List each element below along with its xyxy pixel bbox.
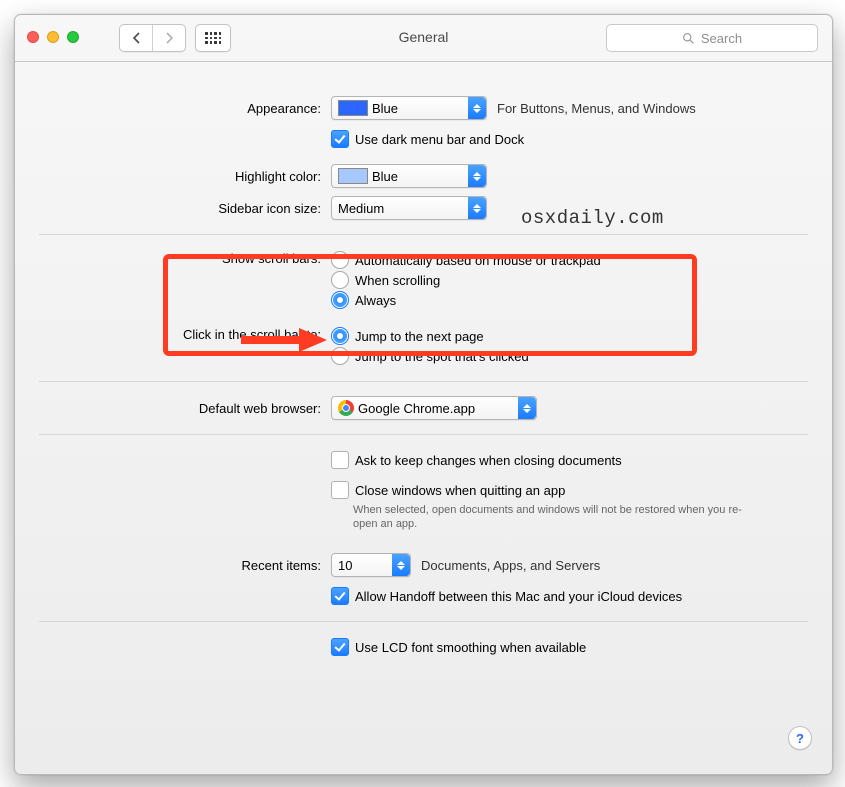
close-windows-checkbox[interactable]: Close windows when quitting an app: [331, 481, 565, 499]
search-icon: [682, 32, 695, 45]
appearance-hint: For Buttons, Menus, and Windows: [497, 101, 696, 116]
divider: [39, 234, 808, 235]
search-placeholder: Search: [701, 31, 742, 46]
grid-icon: [205, 32, 221, 44]
recent-items-hint: Documents, Apps, and Servers: [421, 558, 600, 573]
chevron-updown-icon: [518, 397, 536, 419]
highlight-value: Blue: [372, 169, 398, 184]
default-browser-label: Default web browser:: [15, 401, 331, 416]
highlight-swatch-icon: [338, 168, 368, 184]
content: Appearance: Blue For Buttons, Menus, and…: [15, 62, 832, 774]
divider: [39, 621, 808, 622]
chevron-updown-icon: [392, 554, 410, 576]
recent-items-label: Recent items:: [15, 558, 331, 573]
checkbox-icon: [331, 481, 349, 499]
recent-items-popup[interactable]: 10: [331, 553, 411, 577]
dark-menu-checkbox[interactable]: Use dark menu bar and Dock: [331, 130, 524, 148]
dark-menu-label: Use dark menu bar and Dock: [355, 132, 524, 147]
window-controls: [27, 31, 79, 43]
minimize-window-button[interactable]: [47, 31, 59, 43]
highlight-popup[interactable]: Blue: [331, 164, 487, 188]
chevron-updown-icon: [468, 165, 486, 187]
sidebar-size-popup[interactable]: Medium: [331, 196, 487, 220]
checkbox-icon: [331, 130, 349, 148]
titlebar: General Search: [15, 15, 832, 62]
lcd-smoothing-checkbox[interactable]: Use LCD font smoothing when available: [331, 638, 586, 656]
close-windows-hint: When selected, open documents and window…: [353, 503, 753, 531]
default-browser-value: Google Chrome.app: [358, 401, 475, 416]
default-browser-popup[interactable]: Google Chrome.app: [331, 396, 537, 420]
search-field[interactable]: Search: [606, 24, 818, 52]
back-button[interactable]: [120, 25, 152, 51]
watermark: osxdaily.com: [521, 207, 664, 229]
appearance-label: Appearance:: [15, 101, 331, 116]
ask-keep-changes-checkbox[interactable]: Ask to keep changes when closing documen…: [331, 451, 622, 469]
zoom-window-button[interactable]: [67, 31, 79, 43]
forward-button[interactable]: [152, 25, 185, 51]
show-all-button[interactable]: [195, 24, 231, 52]
chevron-updown-icon: [468, 97, 486, 119]
close-window-button[interactable]: [27, 31, 39, 43]
help-button[interactable]: ?: [788, 726, 812, 750]
nav-buttons: [119, 24, 186, 52]
highlight-label: Highlight color:: [15, 169, 331, 184]
annotation-arrow-icon: [237, 325, 327, 355]
checkbox-icon: [331, 638, 349, 656]
divider: [39, 434, 808, 435]
appearance-value: Blue: [372, 101, 398, 116]
blue-swatch-icon: [338, 100, 368, 116]
checkbox-icon: [331, 587, 349, 605]
appearance-popup[interactable]: Blue: [331, 96, 487, 120]
sidebar-size-label: Sidebar icon size:: [15, 201, 331, 216]
handoff-checkbox[interactable]: Allow Handoff between this Mac and your …: [331, 587, 682, 605]
divider: [39, 381, 808, 382]
chrome-icon: [338, 400, 354, 416]
chevron-updown-icon: [468, 197, 486, 219]
preferences-window: General Search Appearance: Blue For Butt…: [14, 14, 833, 775]
sidebar-size-value: Medium: [338, 201, 384, 216]
checkbox-icon: [331, 451, 349, 469]
recent-items-value: 10: [338, 558, 352, 573]
